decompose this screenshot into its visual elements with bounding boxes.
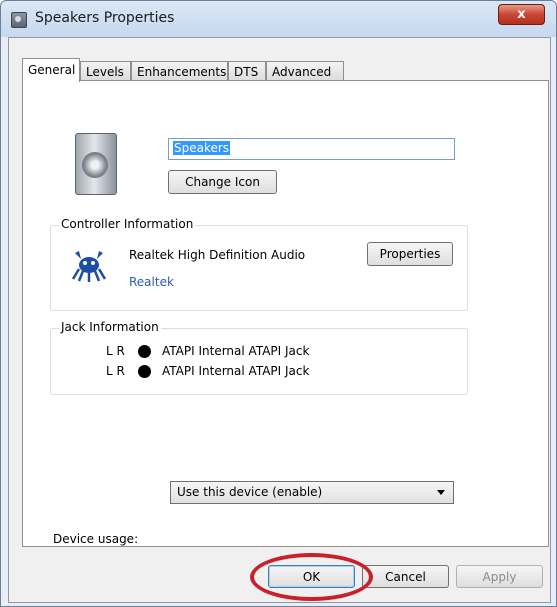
tab-dts[interactable]: DTS	[228, 61, 266, 81]
realtek-crab-icon	[71, 251, 107, 282]
jack-1-description: ATAPI Internal ATAPI Jack	[162, 344, 310, 358]
tab-general[interactable]: General	[22, 58, 80, 82]
apply-button[interactable]: Apply	[456, 565, 543, 588]
device-name-input[interactable]: Speakers	[168, 138, 455, 160]
jack-2-channels: L R	[106, 364, 125, 378]
tab-levels[interactable]: Levels	[80, 61, 131, 81]
controller-properties-button[interactable]: Properties	[367, 242, 453, 266]
controller-name: Realtek High Definition Audio	[129, 248, 306, 262]
tab-advanced[interactable]: Advanced	[266, 61, 344, 81]
jack-information-label: Jack Information	[59, 320, 161, 334]
device-usage-label: Device usage:	[53, 532, 139, 546]
cancel-button[interactable]: Cancel	[362, 565, 449, 588]
window-title: Speakers Properties	[35, 10, 175, 26]
controller-information-group: Controller Information Realtek High Defi…	[50, 217, 468, 311]
tab-enhancements[interactable]: Enhancements	[131, 61, 228, 81]
dialog-client-area: General Levels Enhancements DTS Advanced…	[8, 37, 551, 603]
controller-vendor: Realtek	[129, 275, 174, 289]
jack-2-description: ATAPI Internal ATAPI Jack	[162, 364, 310, 378]
title-bar[interactable]: Speakers Properties x	[1, 1, 556, 37]
speakers-properties-window: Speakers Properties x General Levels Enh…	[0, 0, 557, 607]
dropdown-arrow-icon	[437, 490, 445, 495]
device-usage-dropdown[interactable]: Use this device (enable)	[170, 481, 454, 504]
general-tab-panel: Speakers Change Icon Controller Informat…	[22, 80, 549, 547]
jack-2-connector-icon	[138, 365, 151, 378]
change-icon-button[interactable]: Change Icon	[168, 170, 277, 194]
jack-1-channels: L R	[106, 344, 125, 358]
device-name-text: Speakers	[173, 141, 231, 155]
speaker-icon	[75, 133, 117, 195]
ok-button-highlight-ellipse	[250, 553, 373, 601]
device-usage-selected: Use this device (enable)	[177, 485, 323, 499]
speaker-properties-icon	[11, 12, 27, 28]
jack-1-connector-icon	[138, 345, 151, 358]
close-button[interactable]: x	[498, 4, 545, 25]
controller-information-label: Controller Information	[59, 217, 196, 231]
jack-information-group: Jack Information L R ATAPI Internal ATAP…	[50, 320, 468, 395]
